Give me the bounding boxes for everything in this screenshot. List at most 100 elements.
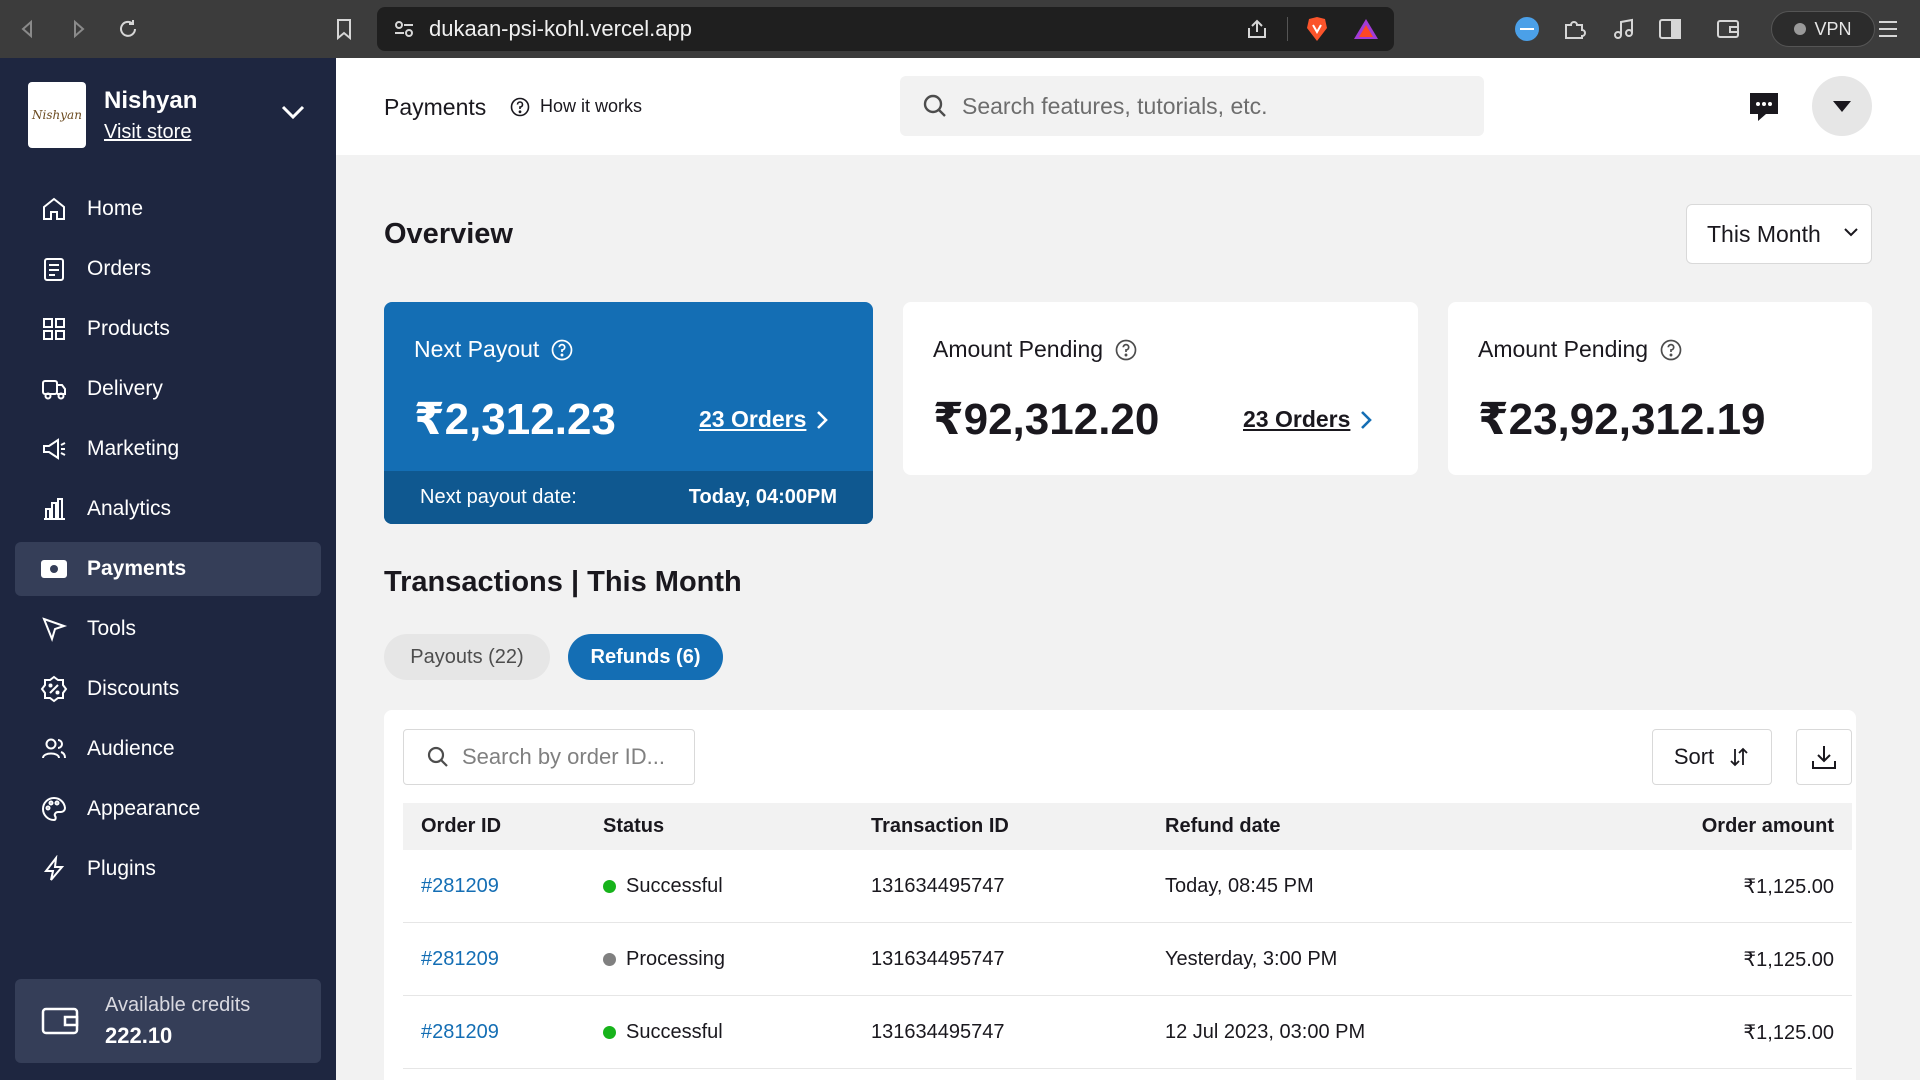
status-dot-icon <box>603 952 616 966</box>
help-circle-icon[interactable] <box>1115 339 1137 361</box>
sidebar-item-audience[interactable]: Audience <box>15 722 321 776</box>
menu-icon[interactable] <box>1877 19 1899 39</box>
share-icon[interactable] <box>1245 18 1269 40</box>
reload-button[interactable] <box>112 13 144 45</box>
chat-icon[interactable] <box>1746 90 1782 124</box>
vpn-status-dot-icon <box>1794 23 1807 35</box>
table-row[interactable]: #281209 Processing 131634495747 Yesterday, … <box>403 923 1852 996</box>
store-header: Nishyan Nishyan Visit store <box>28 82 197 148</box>
order-search-input[interactable]: Search by order ID... <box>403 729 695 785</box>
card-title: Amount Pending <box>933 336 1104 362</box>
top-header: Payments How it works Search features, t… <box>336 58 1920 155</box>
store-name: Nishyan <box>104 86 198 114</box>
refund-date: 12 Jul 2023, 03:00 PM <box>1165 1020 1366 1043</box>
sidebar-item-label: Payments <box>87 557 187 580</box>
store-logo: Nishyan <box>28 82 86 148</box>
sidebar-item-plugins[interactable]: Plugins <box>15 842 321 896</box>
sidebar-item-discounts[interactable]: Discounts <box>15 662 321 716</box>
palette-icon <box>39 794 69 824</box>
available-credits-card[interactable]: Available credits 222.10 <box>15 979 321 1063</box>
chevron-right-icon <box>817 410 829 429</box>
brave-shield-icon[interactable] <box>1305 16 1329 42</box>
card-title: Next Payout <box>414 336 540 362</box>
order-id-link[interactable]: #281209 <box>421 875 499 897</box>
sidebar-nav: Home Orders Products Delivery Marketing … <box>15 182 321 902</box>
orders-link[interactable]: 23 Orders <box>1243 406 1373 433</box>
search-input[interactable]: Search features, tutorials, etc. <box>900 76 1484 136</box>
period-select[interactable]: This Month <box>1686 204 1872 264</box>
status-text: Successful <box>626 874 723 897</box>
sidebar-toggle-icon[interactable] <box>1658 18 1682 40</box>
column-header[interactable]: Order amount <box>1585 815 1852 838</box>
table-row[interactable]: #281209 Successful 131634495747 12 Jul 2023… <box>403 996 1852 1069</box>
vpn-button[interactable]: VPN <box>1771 11 1875 47</box>
wallet-icon[interactable] <box>1716 18 1740 40</box>
sort-button[interactable]: Sort <box>1652 729 1772 785</box>
column-header[interactable]: Transaction ID <box>871 815 1165 838</box>
bookmark-button[interactable] <box>328 13 360 45</box>
transaction-id: 131634495747 <box>871 874 1005 897</box>
table-header: Order ID Status Transaction ID Refund da… <box>403 803 1852 850</box>
help-circle-icon[interactable] <box>1660 339 1682 361</box>
caret-down-icon <box>1833 101 1851 112</box>
megaphone-icon <box>39 434 69 464</box>
products-icon <box>39 314 69 344</box>
order-amount: ₹1,125.00 <box>1743 948 1834 971</box>
help-circle-icon[interactable] <box>551 339 573 361</box>
card-title-row: Amount Pending <box>933 336 1137 363</box>
sidebar-item-label: Products <box>87 317 170 340</box>
status-dot-icon <box>603 1025 616 1039</box>
sidebar-item-home[interactable]: Home <box>15 182 321 236</box>
sidebar-item-tools[interactable]: Tools <box>15 602 321 656</box>
tab-payouts[interactable]: Payouts (22) <box>384 634 550 680</box>
how-it-works-label: How it works <box>540 96 643 116</box>
payout-date-label: Next payout date: <box>420 486 577 508</box>
back-button[interactable] <box>12 13 44 45</box>
forward-button[interactable] <box>62 13 94 45</box>
column-header[interactable]: Refund date <box>1165 815 1585 838</box>
next-payout-card: Next Payout ₹2,312.23 23 Orders Next pay… <box>384 302 873 524</box>
sidebar-item-label: Discounts <box>87 677 180 700</box>
transaction-id: 131634495747 <box>871 1020 1005 1043</box>
sidebar-item-delivery[interactable]: Delivery <box>15 362 321 416</box>
download-button[interactable] <box>1796 729 1852 785</box>
bat-wallet-icon[interactable] <box>1514 16 1540 42</box>
column-header[interactable]: Status <box>603 815 871 838</box>
order-search-placeholder: Search by order ID... <box>462 744 665 769</box>
credits-value: 222.10 <box>105 1022 173 1048</box>
table-row[interactable]: #281209 Successful 131634495747 Today, 08:4… <box>403 850 1852 923</box>
brave-rewards-icon[interactable] <box>1353 17 1379 41</box>
sidebar-item-marketing[interactable]: Marketing <box>15 422 321 476</box>
sidebar-item-products[interactable]: Products <box>15 302 321 356</box>
status-text: Successful <box>626 1020 723 1043</box>
media-icon[interactable] <box>1612 17 1636 41</box>
card-title: Amount Pending <box>1478 336 1649 362</box>
address-bar[interactable]: dukaan-psi-kohl.vercel.app <box>377 7 1394 51</box>
order-id-link[interactable]: #281209 <box>421 1021 499 1043</box>
chevron-down-icon[interactable] <box>280 104 306 120</box>
how-it-works-link[interactable]: How it works <box>510 96 642 117</box>
extensions-icon[interactable] <box>1562 17 1586 41</box>
amount-pending-card: Amount Pending ₹23,92,312.19 <box>1448 302 1872 475</box>
sidebar-item-appearance[interactable]: Appearance <box>15 782 321 836</box>
orders-link[interactable]: 23 Orders <box>699 406 829 433</box>
sidebar-item-analytics[interactable]: Analytics <box>15 482 321 536</box>
browser-toolbar: dukaan-psi-kohl.vercel.app VPN <box>0 0 1920 58</box>
profile-menu-button[interactable] <box>1812 76 1872 136</box>
order-id-link[interactable]: #281209 <box>421 948 499 970</box>
page-title: Payments <box>384 94 487 120</box>
visit-store-link[interactable]: Visit store <box>104 121 197 144</box>
discount-badge-icon <box>39 674 69 704</box>
bar-chart-icon <box>39 494 69 524</box>
sidebar-item-label: Audience <box>87 737 175 760</box>
column-header[interactable]: Order ID <box>403 815 603 838</box>
sidebar-item-label: Orders <box>87 257 152 280</box>
sidebar-item-payments[interactable]: Payments <box>15 542 321 596</box>
cursor-icon <box>39 614 69 644</box>
status-cell: Successful <box>603 875 871 898</box>
home-icon <box>39 194 69 224</box>
orders-link-label: 23 Orders <box>699 406 807 432</box>
tab-refunds[interactable]: Refunds (6) <box>568 634 723 680</box>
sidebar-item-orders[interactable]: Orders <box>15 242 321 296</box>
card-amount: ₹23,92,312.19 <box>1478 395 1766 444</box>
